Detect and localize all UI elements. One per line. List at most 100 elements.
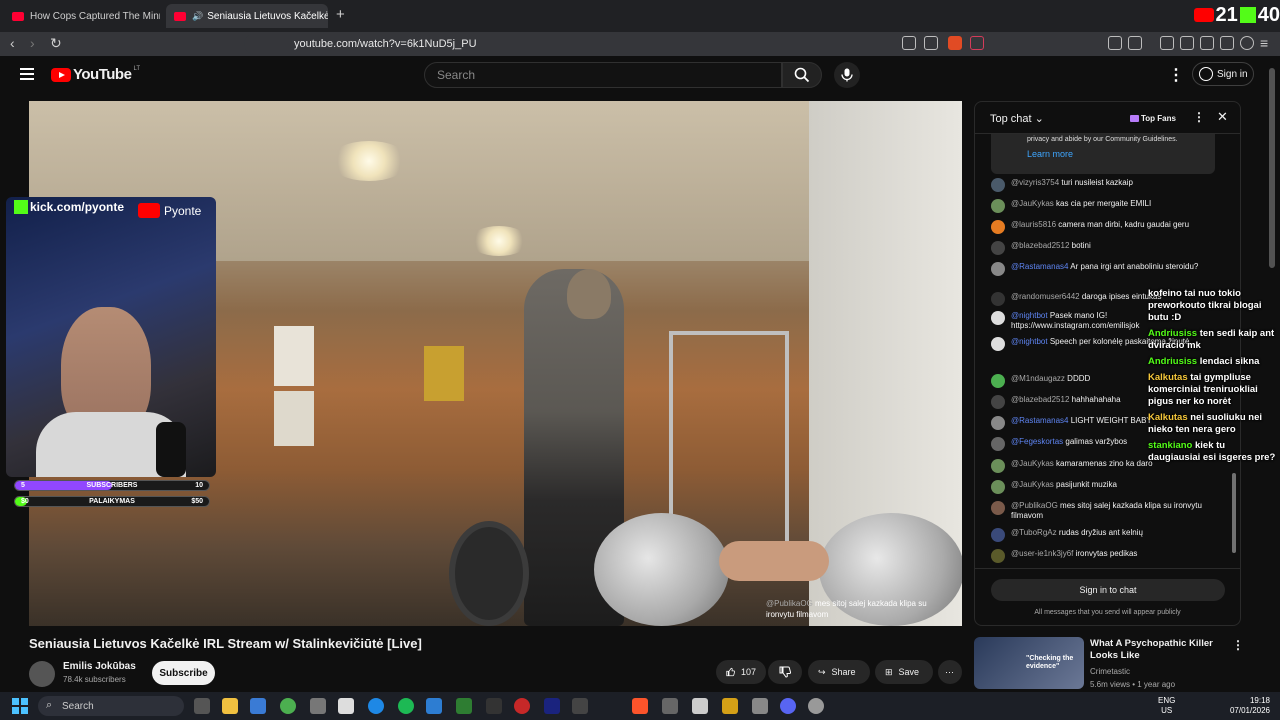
sign-in-button[interactable]: Sign in [1192,62,1254,86]
rewards-icon[interactable] [970,36,984,50]
app-icon[interactable] [692,698,708,714]
store-icon[interactable] [250,698,266,714]
chrome-icon[interactable] [280,698,296,714]
chat-avatar[interactable] [991,416,1005,430]
top-fans-button[interactable]: Top Fans [1130,111,1176,125]
learn-more-link[interactable]: Learn more [1027,149,1179,159]
recommended-thumbnail[interactable]: "Checking the evidence" [974,637,1084,689]
reload-icon[interactable]: ↻ [50,35,62,52]
chat-author[interactable]: @randomuser6442 [1011,292,1080,301]
url-field[interactable]: youtube.com/watch?v=6k1NuD5j_PU [244,34,988,54]
edge-icon[interactable] [368,698,384,714]
channel-name[interactable]: Emilis Jokūbas [63,661,136,672]
chat-avatar[interactable] [991,480,1005,494]
leo-icon[interactable] [1220,36,1234,50]
chat-avatar[interactable] [991,292,1005,306]
save-button[interactable]: ⊞ Save [875,660,933,684]
app-icon[interactable] [486,698,502,714]
new-tab-button[interactable]: + [336,6,345,23]
wallet-alt-icon[interactable] [1200,36,1214,50]
close-chat-icon[interactable]: ✕ [1217,109,1228,125]
chat-avatar[interactable] [991,437,1005,451]
app-icon[interactable] [338,698,354,714]
chat-avatar[interactable] [991,178,1005,192]
file-explorer-icon[interactable] [222,698,238,714]
app-icon[interactable] [456,698,472,714]
chat-author[interactable]: @blazebad2512 [1011,395,1069,404]
dislike-button[interactable] [768,660,802,684]
chat-author[interactable]: @JauKykas [1011,480,1054,489]
chat-avatar[interactable] [991,549,1005,563]
extension-icon[interactable] [902,36,916,50]
chat-author[interactable]: @Rastamanas4 [1011,262,1068,271]
settings-kebab-icon[interactable]: ⋮ [1168,65,1184,85]
chat-scroll-thumb[interactable] [1232,473,1236,553]
brave-shield-icon[interactable] [948,36,962,50]
search-button[interactable] [782,62,822,88]
app-icon[interactable] [752,698,768,714]
spotify-icon[interactable] [398,698,414,714]
music-icon[interactable] [1160,36,1174,50]
recommended-options-icon[interactable]: ⋮ [1232,638,1244,652]
chat-author[interactable]: @PublikaOG [1011,501,1058,510]
speaker-icon[interactable]: 🔊 [192,11,203,22]
page-scrollbar[interactable] [1268,56,1276,692]
sign-in-to-chat-button[interactable]: Sign in to chat [991,579,1225,601]
vpn-icon[interactable] [1240,36,1254,50]
language-indicator[interactable]: ENG US [1158,696,1175,716]
chat-avatar[interactable] [991,528,1005,542]
chat-author[interactable]: @M1ndaugazz [1011,374,1065,383]
chat-author[interactable]: @blazebad2512 [1011,241,1069,250]
taskbar-clock[interactable]: 19:18 07/01/2026 [1222,696,1270,716]
chat-avatar[interactable] [991,337,1005,351]
wallet-icon[interactable] [1128,36,1142,50]
task-view-icon[interactable] [194,698,210,714]
app-icon[interactable] [514,698,530,714]
chat-author[interactable]: @TuboRgAz [1011,528,1057,537]
page-scroll-thumb[interactable] [1269,68,1275,268]
chat-avatar[interactable] [991,262,1005,276]
chat-avatar[interactable] [991,199,1005,213]
chat-avatar[interactable] [991,374,1005,388]
chat-avatar[interactable] [991,220,1005,234]
app-icon[interactable] [722,698,738,714]
chat-options-icon[interactable]: ⋮ [1193,110,1205,124]
premiere-icon[interactable] [544,698,560,714]
app-icon[interactable] [310,698,326,714]
obs-icon[interactable] [808,698,824,714]
voice-search-button[interactable] [834,62,860,88]
chat-avatar[interactable] [991,311,1005,325]
sidebar-icon[interactable] [1180,36,1194,50]
chat-author[interactable]: @Fegeskortas [1011,437,1063,446]
puzzle-icon[interactable] [1108,36,1122,50]
chat-avatar[interactable] [991,459,1005,473]
chat-author[interactable]: @Rastamanas4 [1011,416,1068,425]
chat-author[interactable]: @JauKykas [1011,459,1054,468]
forward-icon[interactable]: › [30,35,35,51]
like-button[interactable]: 107 [716,660,766,684]
chat-author[interactable]: @nightbot [1011,311,1048,320]
share-button[interactable]: ↪ Share [808,660,870,684]
back-icon[interactable]: ‹ [10,35,15,51]
photos-icon[interactable] [426,698,442,714]
chat-author[interactable]: @lauris5816 [1011,220,1056,229]
chat-author[interactable]: @vizyris3754 [1011,178,1059,187]
menu-icon[interactable] [20,68,34,83]
chat-author[interactable]: @nightbot [1011,337,1048,346]
chat-avatar[interactable] [991,241,1005,255]
subscribe-button[interactable]: Subscribe [152,661,215,685]
chat-mode-dropdown[interactable]: Top chat ⌄ [990,112,1044,125]
browser-tab-active[interactable]: 🔊 Seniausia Lietuvos Kačelkė IRL ✕ [166,4,328,28]
browser-menu-icon[interactable]: ≡ [1260,35,1268,51]
search-input[interactable]: Search [424,62,782,88]
app-icon[interactable] [572,698,588,714]
chat-avatar[interactable] [991,395,1005,409]
recommended-channel[interactable]: Crimetastic [1090,667,1130,676]
recommended-title[interactable]: What A Psychopathic Killer Looks Like [1090,638,1220,662]
more-actions-button[interactable]: ⋯ [938,660,962,684]
chat-author[interactable]: @JauKykas [1011,199,1054,208]
chat-avatar[interactable] [991,501,1005,515]
browser-tab-inactive[interactable]: How Cops Captured The Minnesota M [4,4,160,28]
windows-start-icon[interactable] [12,698,28,714]
channel-avatar[interactable] [29,661,55,687]
